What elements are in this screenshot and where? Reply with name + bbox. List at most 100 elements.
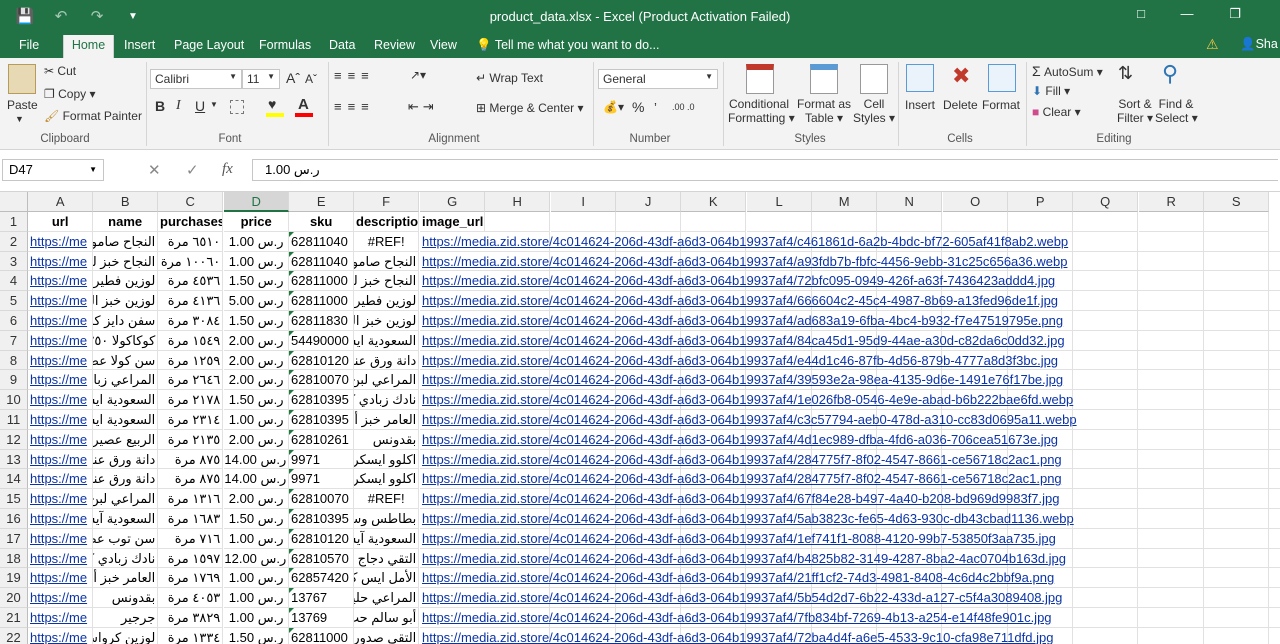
description-cell[interactable]: التقي صدور <box>354 627 420 644</box>
purchases-cell[interactable]: ٢٣١٤ مرة <box>158 410 224 430</box>
tab-view[interactable]: View <box>430 38 457 58</box>
url-cell[interactable]: https://me <box>28 251 94 272</box>
image-url-cell[interactable]: https://media.zid.store/4c014624-206d-43… <box>420 509 1280 529</box>
description-cell[interactable]: التقي دجاج ٠ <box>354 548 420 569</box>
column-header-k[interactable]: K <box>681 192 747 212</box>
image-url-cell[interactable]: https://media.zid.store/4c014624-206d-43… <box>420 430 1280 450</box>
row-header[interactable]: 1 <box>0 212 28 232</box>
description-cell[interactable]: السعودية ايس <box>354 330 420 351</box>
name-cell[interactable]: المراعي زبادي <box>93 370 159 391</box>
column-header-a[interactable]: A <box>28 192 94 212</box>
url-cell[interactable]: https://me <box>28 390 94 410</box>
header-cell-image_url[interactable]: image_url <box>420 212 486 232</box>
row-header[interactable]: 17 <box>0 528 28 549</box>
row-header[interactable]: 5 <box>0 291 28 311</box>
column-header-m[interactable]: M <box>812 192 878 212</box>
name-cell[interactable]: لوزين كرواسو <box>93 627 159 644</box>
sku-cell[interactable]: 62811830 <box>289 311 355 331</box>
price-cell[interactable]: ر.س 1.50 <box>224 509 290 529</box>
sku-cell[interactable]: 62811040 <box>289 251 355 272</box>
sku-cell[interactable]: 13769 <box>289 608 355 628</box>
description-cell[interactable]: لوزين خبز التو <box>354 311 420 331</box>
price-cell[interactable]: ر.س 1.00 <box>224 608 290 628</box>
purchases-cell[interactable]: ٤٥٣٦ مرة <box>158 271 224 292</box>
format-painter-button[interactable]: 🖌 Format Painter <box>44 109 142 123</box>
image-url-cell[interactable]: https://media.zid.store/4c014624-206d-43… <box>420 568 1280 589</box>
column-header-f[interactable]: F <box>354 192 420 212</box>
empty-cell[interactable] <box>551 212 617 232</box>
column-header-b[interactable]: B <box>93 192 159 212</box>
price-cell[interactable]: ر.س 14.00 <box>224 469 290 490</box>
description-cell[interactable]: #REF! <box>354 231 420 252</box>
image-url-cell[interactable]: https://media.zid.store/4c014624-206d-43… <box>420 271 1280 292</box>
image-url-cell[interactable]: https://media.zid.store/4c014624-206d-43… <box>420 450 1280 470</box>
description-cell[interactable]: اكلوو ايسكريم <box>354 449 420 470</box>
description-cell[interactable]: المراعي حليب <box>354 588 420 608</box>
row-header[interactable]: 10 <box>0 390 28 410</box>
url-cell[interactable]: https://me <box>28 271 94 292</box>
price-cell[interactable]: ر.س 1.50 <box>224 271 290 292</box>
shrink-font-icon[interactable]: Aˇ <box>305 72 317 86</box>
sku-cell[interactable]: 62810395 <box>289 410 355 430</box>
select-all-corner[interactable] <box>0 192 28 212</box>
error-indicator-icon[interactable] <box>289 330 294 336</box>
underline-button[interactable]: U <box>195 98 205 114</box>
column-header-o[interactable]: O <box>943 192 1009 212</box>
font-size-select[interactable]: 11 ▼ <box>242 69 280 89</box>
fill-color-icon[interactable]: ♥ <box>268 96 276 112</box>
name-cell[interactable]: الربيع عصير <box>93 429 159 450</box>
image-url-cell[interactable]: https://media.zid.store/4c014624-206d-43… <box>420 232 1280 252</box>
empty-cell[interactable] <box>1073 212 1139 232</box>
url-cell[interactable]: https://me <box>28 627 94 644</box>
error-indicator-icon[interactable] <box>289 449 294 455</box>
horizontal-align-icons[interactable]: ≡≡≡ <box>334 99 375 114</box>
error-indicator-icon[interactable] <box>289 291 294 297</box>
row-header[interactable]: 16 <box>0 509 28 529</box>
name-cell[interactable]: النجاح خبز لبـ <box>93 251 159 272</box>
error-indicator-icon[interactable] <box>289 509 294 514</box>
url-cell[interactable]: https://me <box>28 469 94 490</box>
tab-formulas[interactable]: Formulas <box>259 38 311 58</box>
sku-cell[interactable]: 62811000 <box>289 271 355 292</box>
font-name-select[interactable]: Calibri ▼ <box>150 69 242 89</box>
description-cell[interactable]: #REF! <box>354 489 420 509</box>
sku-cell[interactable]: 13767 <box>289 588 355 608</box>
cancel-icon[interactable]: ✕ <box>148 161 161 179</box>
underline-dropdown-icon[interactable]: ▼ <box>210 100 218 109</box>
description-cell[interactable]: أبو سالم حب <box>354 608 420 628</box>
empty-cell[interactable] <box>1139 212 1205 232</box>
image-url-cell[interactable]: https://media.zid.store/4c014624-206d-43… <box>420 608 1280 628</box>
purchases-cell[interactable]: ٨٧٥ مرة <box>158 449 224 470</box>
url-cell[interactable]: https://me <box>28 568 94 589</box>
sku-cell[interactable]: 62857420 <box>289 568 355 589</box>
name-box[interactable]: D47 ▼ <box>2 159 104 181</box>
image-url-cell[interactable]: https://media.zid.store/4c014624-206d-43… <box>420 311 1280 331</box>
price-cell[interactable]: ر.س 1.00 <box>224 410 290 430</box>
empty-cell[interactable] <box>681 212 747 232</box>
price-cell[interactable]: ر.س 1.50 <box>224 390 290 410</box>
wrap-text-button[interactable]: ↵ Wrap Text <box>476 71 543 85</box>
autosum-button[interactable]: Σ AutoSum ▾ <box>1032 63 1103 79</box>
description-cell[interactable]: بطاطس وسط <box>354 509 420 529</box>
column-header-p[interactable]: P <box>1008 192 1074 212</box>
percent-button[interactable]: % <box>632 99 644 115</box>
image-url-cell[interactable]: https://media.zid.store/4c014624-206d-43… <box>420 351 1280 371</box>
bold-button[interactable]: B <box>155 98 165 114</box>
purchases-cell[interactable]: ١٧٦٩ مرة <box>158 568 224 589</box>
sku-cell[interactable]: 62810570 <box>289 548 355 569</box>
image-url-cell[interactable]: https://media.zid.store/4c014624-206d-43… <box>420 489 1280 509</box>
row-header[interactable]: 13 <box>0 449 28 470</box>
tab-home[interactable]: Home <box>63 35 114 58</box>
error-indicator-icon[interactable] <box>289 608 294 613</box>
error-indicator-icon[interactable] <box>289 350 294 356</box>
column-header-i[interactable]: I <box>551 192 617 212</box>
paste-icon[interactable] <box>8 64 36 94</box>
purchases-cell[interactable]: ٢١٣٥ مرة <box>158 429 224 450</box>
error-indicator-icon[interactable] <box>289 311 294 316</box>
tell-me-search[interactable]: 💡 Tell me what you want to do... <box>476 38 660 53</box>
description-cell[interactable]: الأمل ايس كر <box>354 568 420 589</box>
insert-cells-button[interactable]: Insert <box>905 98 935 112</box>
price-cell[interactable]: ر.س 2.00 <box>224 489 290 509</box>
restore-icon[interactable]: ❐ <box>1220 6 1250 22</box>
empty-cell[interactable] <box>485 212 551 232</box>
